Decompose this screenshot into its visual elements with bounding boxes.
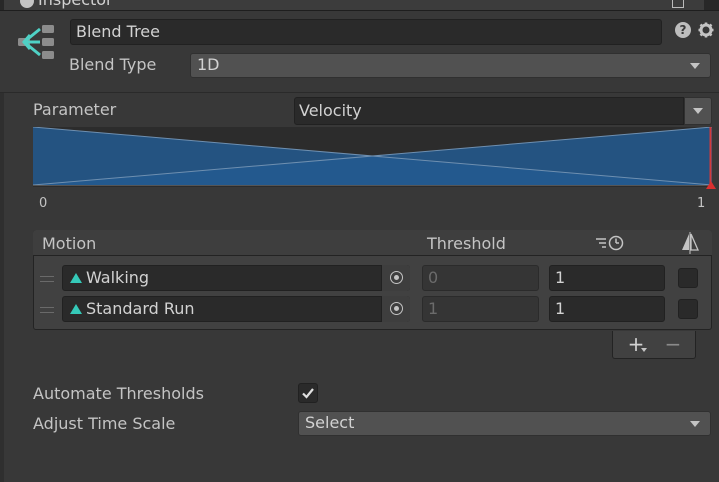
gear-icon[interactable] <box>698 22 714 38</box>
parameter-label: Parameter <box>33 100 117 119</box>
object-picker-button[interactable] <box>381 265 410 291</box>
motion-field-walking[interactable]: Walking <box>62 265 410 291</box>
parameter-dropdown[interactable]: Velocity <box>294 97 684 125</box>
remove-motion-button[interactable]: − <box>662 333 684 355</box>
kebab-menu-icon[interactable] <box>695 0 699 2</box>
object-picker-icon <box>390 271 403 284</box>
automate-thresholds-label: Automate Thresholds <box>33 384 204 403</box>
adjust-time-scale-dropdown[interactable]: Select <box>298 411 711 436</box>
blend-type-label: Blend Type <box>69 55 157 74</box>
motion-name: Standard Run <box>86 299 195 318</box>
mirror-checkbox[interactable] <box>678 268 698 288</box>
mirror-checkbox[interactable] <box>678 299 698 319</box>
adjust-time-scale-label: Adjust Time Scale <box>33 414 176 433</box>
section-divider <box>0 92 719 93</box>
motion-column-header: Motion <box>42 234 97 253</box>
animation-clip-icon <box>70 304 82 314</box>
time-scale-field[interactable]: 1 <box>549 296 665 322</box>
tab-title: Inspector <box>38 0 113 9</box>
adjust-time-scale-value: Select <box>305 413 355 432</box>
blend-graph <box>33 127 712 187</box>
chevron-down-icon <box>690 63 700 69</box>
chevron-down-icon <box>693 108 703 114</box>
blend-tree-icon <box>18 25 54 59</box>
object-picker-button[interactable] <box>381 296 410 322</box>
checkmark-icon <box>302 388 314 399</box>
add-menu-chevron-icon <box>641 348 647 352</box>
blend-tree-name-field[interactable]: Blend Tree <box>70 19 662 45</box>
threshold-field[interactable]: 1 <box>422 296 539 322</box>
range-max-label: 1 <box>697 196 706 211</box>
automate-thresholds-checkbox[interactable] <box>298 383 318 403</box>
section-gutter <box>0 93 4 482</box>
threshold-field[interactable]: 0 <box>422 265 539 291</box>
threshold-column-header: Threshold <box>427 234 506 253</box>
help-icon[interactable]: ? <box>675 22 691 38</box>
time-scale-field[interactable]: 1 <box>549 265 665 291</box>
parameter-value: Velocity <box>299 101 362 120</box>
range-min-label: 0 <box>39 196 48 211</box>
row-drag-handle[interactable] <box>40 276 54 282</box>
blend-type-value: 1D <box>197 55 220 74</box>
motion-name: Walking <box>86 268 150 287</box>
chevron-down-icon <box>690 421 700 427</box>
animation-clip-icon <box>70 273 82 283</box>
blend-type-dropdown[interactable]: 1D <box>190 53 711 78</box>
parameter-marker-icon[interactable] <box>705 180 717 190</box>
object-picker-icon <box>390 302 403 315</box>
time-scale-header-icon <box>596 235 624 251</box>
motion-field-standard-run[interactable]: Standard Run <box>62 296 410 322</box>
parameter-dropdown-button[interactable] <box>684 97 712 125</box>
maximize-icon[interactable] <box>672 0 684 8</box>
row-drag-handle[interactable] <box>40 307 54 313</box>
mirror-header-icon <box>682 232 699 254</box>
